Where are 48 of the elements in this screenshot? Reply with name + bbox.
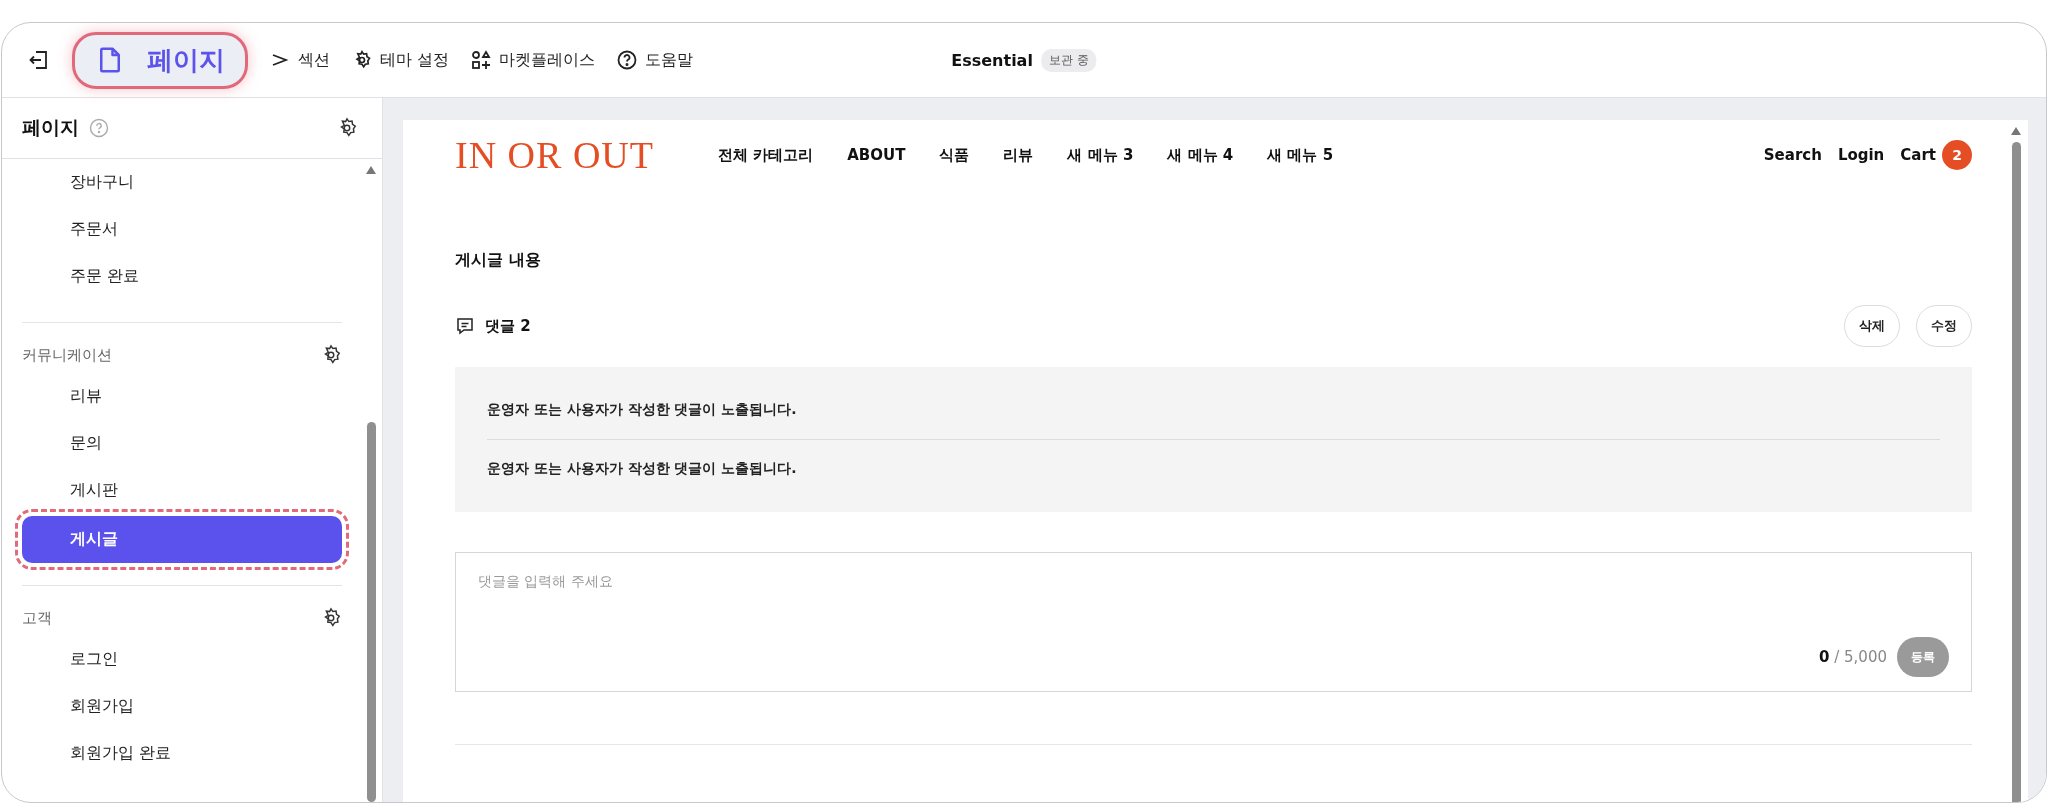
nav-link[interactable]: 새 메뉴 4 [1167,145,1234,165]
exit-icon[interactable] [28,49,50,71]
comment-text: 운영자 또는 사용자가 작성한 댓글이 노출됩니다. [487,400,798,419]
nav-link[interactable]: ABOUT [847,145,906,165]
sidebar-item[interactable]: 주문서 [22,206,342,253]
sidebar-item[interactable]: 로그인 [22,636,342,683]
help-icon [617,50,638,70]
toolbar-tab[interactable]: 테마 설정 [352,49,450,71]
comment-text: 운영자 또는 사용자가 작성한 댓글이 노출됩니다. [487,459,798,478]
toolbar-tab[interactable]: 마켓플레이스 [471,49,596,71]
nav-link[interactable]: 전체 카테고리 [718,145,814,165]
sidebar-title: 페이지 [22,115,79,140]
toolbar-tab[interactable]: 페이지 [72,31,248,89]
sidebar-item[interactable]: 주문 완료 [22,253,342,300]
sidebar-item[interactable]: 회원가입 [22,683,342,730]
nav-link[interactable]: 새 메뉴 5 [1267,145,1334,165]
cart-count-badge: 2 [1942,140,1972,170]
nav-link[interactable]: 식품 [939,145,970,165]
login-link[interactable]: Login [1837,146,1885,164]
scroll-up-icon[interactable] [365,165,377,175]
site-logo[interactable]: IN OR OUT [455,133,654,177]
scrollbar-thumb[interactable] [366,422,376,802]
sidebar-item[interactable]: 게시판 [22,467,342,514]
comment-input[interactable]: 댓글을 입력해 주세요 0 / 5,000 등록 [455,552,1972,692]
post-title: 게시글 내용 [455,250,542,271]
help-icon[interactable] [89,118,109,138]
toolbar-tab[interactable]: 섹션 [270,49,330,71]
sidebar-item[interactable]: 리뷰 [22,373,342,420]
nav-link[interactable]: 새 메뉴 3 [1067,145,1134,165]
sidebar-item[interactable]: 문의 [22,420,342,467]
character-count: 0 / 5,000 [1819,648,1887,666]
sidebar-item[interactable]: 회원가입 완료 [22,730,342,777]
nav-link[interactable]: 리뷰 [1003,145,1034,165]
group-title: 고객 [22,608,52,628]
action-button[interactable]: 삭제 [1844,305,1900,347]
toolbar-tab[interactable]: 도움말 [617,49,694,71]
scrollbar-thumb[interactable] [2011,142,2021,802]
cart-link[interactable]: Cart [1900,146,1936,164]
theme-name: Essential [951,50,1033,70]
group-title: 커뮤니케이션 [22,345,112,365]
sidebar-item[interactable]: 장바구니 [22,159,342,206]
scroll-up-icon[interactable] [2010,126,2022,136]
status-badge: 보관 중 [1040,48,1097,72]
comment-count: 댓글 2 [485,316,531,336]
search-link[interactable]: Search [1763,146,1822,164]
comment-icon [455,316,475,336]
shapes-icon [471,50,492,70]
action-button[interactable]: 수정 [1916,305,1972,347]
